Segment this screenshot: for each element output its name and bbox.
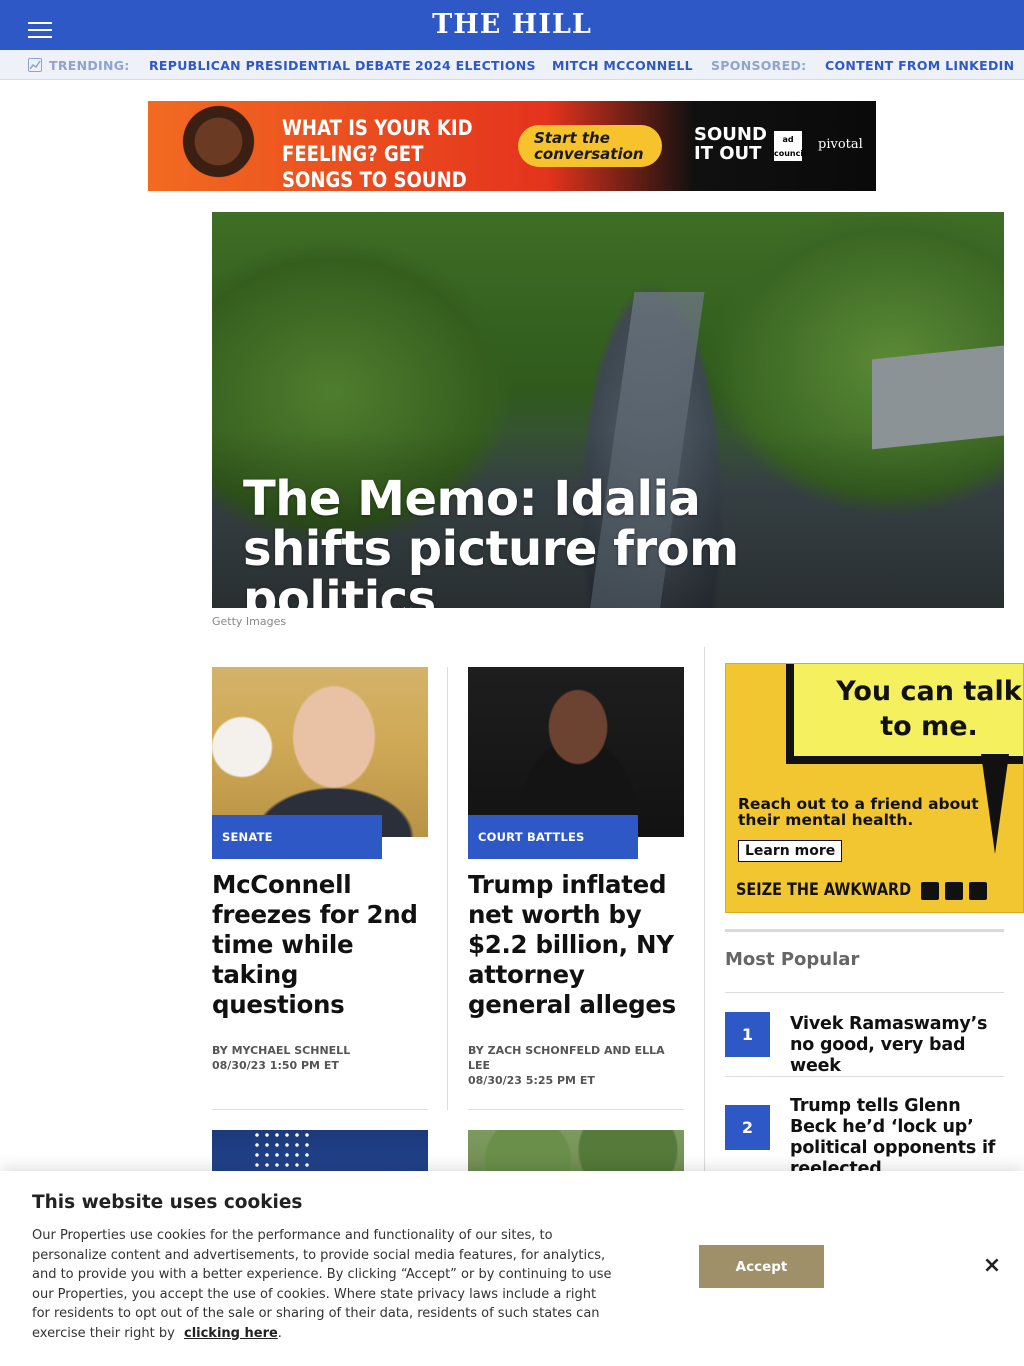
hero-photo-credit: Getty Images — [212, 615, 287, 628]
trending-link-elections[interactable]: 2024 ELECTIONS — [415, 58, 536, 73]
cookie-link-suffix: . — [277, 1325, 282, 1341]
trending-label: TRENDING: — [49, 58, 130, 73]
article-tag-court-battles[interactable]: COURT BATTLES — [468, 815, 638, 859]
row-divider — [212, 1109, 428, 1110]
most-popular-heading: Most Popular — [725, 949, 860, 970]
article-byline: BY ZACH SCHONFELD AND ELLA LEE 08/30/23 … — [468, 1043, 684, 1088]
author-link[interactable]: ZACH SCHONFELD AND ELLA LEE — [468, 1044, 665, 1072]
article-image-mcconnell[interactable] — [212, 667, 428, 837]
page: THE HILL TRENDING: REPUBLICAN PRESIDENTI… — [0, 0, 1024, 1366]
ad-headline: WHAT IS YOUR KID FEELING? GET SONGS TO S… — [282, 116, 473, 191]
hero-headline[interactable]: The Memo: Idalia shifts picture from pol… — [243, 474, 863, 608]
ad-council-logo: ad council — [774, 131, 806, 161]
side-ad-headline: You can talk to me. — [836, 676, 1022, 742]
ad-cta-button[interactable]: Start the conversation — [518, 125, 662, 167]
article-headline-trump-net-worth[interactable]: Trump inflated net worth by $2.2 billion… — [468, 870, 684, 1020]
trending-chart-icon — [28, 58, 42, 72]
popular-item-1[interactable]: Vivek Ramaswamy’s no good, very bad week — [790, 1014, 1004, 1077]
side-banner-ad[interactable]: You can talk to me. Reach out to a frien… — [725, 663, 1024, 913]
sponsored-label: SPONSORED: — [711, 58, 807, 73]
trending-link-mcconnell[interactable]: MITCH MCCONNELL — [552, 58, 693, 73]
side-ad-subtext: Reach out to a friend about their mental… — [738, 795, 979, 829]
popular-item-2[interactable]: Trump tells Glenn Beck he’d ‘lock up’ po… — [790, 1096, 1004, 1180]
site-header: THE HILL — [0, 0, 1024, 50]
side-ad-learn-more-button[interactable]: Learn more — [738, 840, 843, 862]
cookie-banner-text: Our Properties use cookies for the perfo… — [32, 1226, 612, 1343]
byline-prefix: BY — [468, 1044, 484, 1057]
row-divider — [468, 1109, 684, 1110]
popular-rank-1[interactable]: 1 — [725, 1012, 770, 1057]
hero-story[interactable]: The Memo: Idalia shifts picture from pol… — [212, 212, 1004, 608]
close-icon[interactable]: × — [980, 1254, 1004, 1278]
article-date: 08/30/23 5:25 PM ET — [468, 1074, 595, 1087]
article-date: 08/30/23 1:50 PM ET — [212, 1059, 339, 1072]
accept-cookies-button[interactable]: Accept — [699, 1245, 824, 1288]
side-ad-sponsor-logos — [921, 882, 1021, 902]
sponsored-link-linkedin[interactable]: CONTENT FROM LINKEDIN — [825, 58, 1014, 73]
cookie-opt-out-link[interactable]: clicking here — [184, 1326, 278, 1341]
article-image-letitia-james[interactable] — [468, 667, 684, 837]
list-divider — [725, 1076, 1004, 1077]
column-divider — [447, 667, 448, 1110]
cookie-body-text: Our Properties use cookies for the perfo… — [32, 1228, 612, 1341]
article-headline-mcconnell[interactable]: McConnell freezes for 2nd time while tak… — [212, 870, 428, 1020]
cookie-consent-banner: This website uses cookies Our Properties… — [0, 1171, 1024, 1366]
top-banner-ad[interactable]: WHAT IS YOUR KID FEELING? GET SONGS TO S… — [148, 101, 876, 191]
hero-image-house-roof — [872, 344, 1004, 450]
article-byline: BY MYCHAEL SCHNELL 08/30/23 1:50 PM ET — [212, 1043, 428, 1073]
cookie-banner-title: This website uses cookies — [32, 1192, 303, 1213]
trending-link-debate[interactable]: REPUBLICAN PRESIDENTIAL DEBATE — [149, 58, 411, 73]
column-divider — [704, 647, 705, 1177]
list-divider — [725, 992, 1004, 993]
most-popular-rule — [725, 929, 1004, 932]
byline-prefix: BY — [212, 1044, 228, 1057]
trending-bar: TRENDING: REPUBLICAN PRESIDENTIAL DEBATE… — [0, 50, 1024, 80]
author-link[interactable]: MYCHAEL SCHNELL — [232, 1044, 351, 1057]
article-tag-senate[interactable]: SENATE — [212, 815, 382, 859]
ad-portrait-image — [158, 101, 268, 191]
ad-brand-sound-it-out: SOUND IT OUT — [694, 124, 767, 164]
pivotal-logo: pivotal — [818, 137, 863, 152]
site-logo[interactable]: THE HILL — [0, 9, 1024, 40]
side-ad-footer: SEIZE THE AWKWARD — [736, 880, 912, 900]
popular-rank-2[interactable]: 2 — [725, 1105, 770, 1150]
